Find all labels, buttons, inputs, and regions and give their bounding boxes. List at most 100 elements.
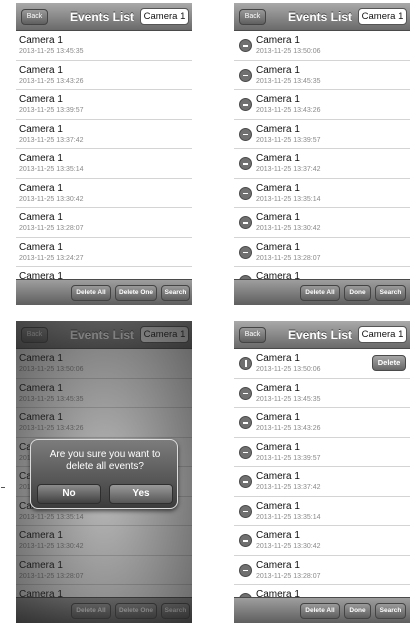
list-item[interactable]: Camera 1 2013-11-25 13:45:35 xyxy=(16,31,192,61)
event-time: 2013-11-25 13:30:42 xyxy=(256,225,321,232)
list-item[interactable]: Camera 12013-11-25 13:35:14 xyxy=(16,149,192,179)
event-time: 2013-11-25 13:35:14 xyxy=(19,166,84,173)
delete-one-button[interactable]: Delete One xyxy=(115,285,157,301)
event-name: Camera 1 xyxy=(256,412,300,423)
event-name: Camera 1 xyxy=(256,353,300,364)
delete-all-button[interactable]: Delete All xyxy=(71,285,111,301)
nav-bar: Back Events List Camera 1 xyxy=(234,321,410,349)
confirm-dialog: Are you sure you want to delete all even… xyxy=(30,439,178,509)
back-button[interactable]: Back xyxy=(239,327,266,343)
dialog-message: Are you sure you want to delete all even… xyxy=(49,449,161,472)
done-button[interactable]: Done xyxy=(344,285,371,301)
event-name: Camera 1 xyxy=(19,35,63,46)
event-name: Camera 1 xyxy=(19,271,63,279)
delete-row-button[interactable]: Delete xyxy=(372,355,406,371)
list-item[interactable]: Camera 12013-11-25 13:43:26 xyxy=(16,61,192,90)
events-list: Camera 1 2013-11-25 13:45:35 Camera 1 2013… xyxy=(16,31,192,279)
delete-all-button[interactable]: Delete All xyxy=(300,603,340,619)
minus-circle-icon[interactable] xyxy=(239,416,252,429)
list-item[interactable]: Camera 12013-11-25 13:28:07 xyxy=(16,208,192,238)
event-name: Camera 1 xyxy=(256,212,300,223)
minus-circle-icon[interactable] xyxy=(239,98,252,111)
screenshot-collage: Back Events List Camera 1 Camera 1 2013-1… xyxy=(0,0,419,624)
minus-circle-icon[interactable] xyxy=(239,186,252,200)
list-item[interactable]: Camera 12013-11-25 13:39:57 xyxy=(16,90,192,120)
bottom-toolbar: Delete All Delete One Search xyxy=(16,279,192,305)
minus-circle-icon[interactable] xyxy=(239,475,252,488)
event-name: Camera 1 xyxy=(256,35,300,46)
camera-select[interactable]: Camera 1 xyxy=(358,326,407,343)
yes-button[interactable]: Yes xyxy=(109,484,173,504)
minus-circle-icon[interactable] xyxy=(239,157,252,170)
event-time: 2013-11-25 13:28:07 xyxy=(19,225,84,232)
event-time: 2013-11-25 13:45:35 xyxy=(19,48,84,55)
list-item[interactable]: Camera 12013-11-25 13:39:57 xyxy=(234,438,410,467)
minus-circle-icon[interactable] xyxy=(239,245,252,259)
list-item[interactable]: Camera 12013-11-25 13:37:42 xyxy=(234,467,410,497)
events-list: Camera 12013-11-25 13:50:06 Camera 12013… xyxy=(234,31,410,279)
list-item[interactable]: Camera 12013-11-25 13:28:07 xyxy=(234,238,410,267)
search-button[interactable]: Search xyxy=(375,285,406,301)
list-item[interactable]: Camera 12013-11-25 13:37:42 xyxy=(16,120,192,149)
minus-circle-icon[interactable] xyxy=(239,534,252,547)
list-item[interactable]: Camera 12013-11-25 13:28:07 xyxy=(234,556,410,585)
back-button[interactable]: Back xyxy=(239,9,266,25)
screen-delete-row: Back Events List Camera 1 Camera 1 2013-1… xyxy=(234,321,410,623)
list-item[interactable]: Camera 12013-11-25 13:30:42 xyxy=(234,526,410,556)
list-item[interactable]: Camera 1 2013-11-25 13:24:27 xyxy=(16,238,192,267)
screen-edit-mode: Back Events List Camera 1 Camera 1 2013-1… xyxy=(234,3,410,305)
minus-circle-icon[interactable] xyxy=(239,563,252,577)
list-item[interactable]: Camera 12013-11-25 13:37:42 xyxy=(234,149,410,179)
event-name: Camera 1 xyxy=(256,589,300,597)
events-list: Camera 1 2013-11-25 13:50:06 Delete Camera… xyxy=(234,349,410,597)
list-item[interactable]: Camera 12013-11-25 13:39:57 xyxy=(234,120,410,149)
list-item[interactable]: Camera 12013-11-25 13:35:14 xyxy=(234,179,410,208)
camera-select[interactable]: Camera 1 xyxy=(140,8,189,25)
event-time: 2013-11-25 13:50:06 xyxy=(256,366,321,373)
event-name: Camera 1 xyxy=(256,182,300,194)
no-button[interactable]: No xyxy=(37,484,101,504)
event-time: 2013-11-25 13:28:07 xyxy=(256,254,321,262)
minus-circle-icon[interactable] xyxy=(239,386,252,400)
delete-all-button[interactable]: Delete All xyxy=(300,285,340,301)
back-button[interactable]: Back xyxy=(21,9,48,25)
minus-circle-icon[interactable] xyxy=(239,445,252,459)
event-name: Camera 1 xyxy=(256,500,300,512)
stray-mark xyxy=(1,487,5,488)
minus-circle-icon[interactable] xyxy=(239,504,252,518)
event-name: Camera 1 xyxy=(256,441,300,453)
page-title: Events List xyxy=(69,10,135,24)
list-item[interactable]: Camera 1 xyxy=(16,267,192,279)
minus-circle-icon[interactable] xyxy=(239,127,252,141)
camera-select[interactable]: Camera 1 xyxy=(358,8,407,25)
page-title: Events List xyxy=(287,10,353,24)
list-item[interactable]: Camera 1 2013-11-25 13:50:06 Delete xyxy=(234,349,410,379)
list-item[interactable]: Camera 12013-11-25 13:30:42 xyxy=(16,179,192,208)
search-button[interactable]: Search xyxy=(161,285,190,301)
list-item[interactable]: Camera 12013-11-25 13:35:14 xyxy=(234,497,410,526)
bottom-toolbar: Delete All Done Search xyxy=(234,597,410,623)
list-item[interactable]: Camera 12013-11-25 13:43:26 xyxy=(234,408,410,438)
event-time: 2013-11-25 13:35:14 xyxy=(256,195,321,203)
minus-circle-icon[interactable] xyxy=(239,39,252,52)
search-button[interactable]: Search xyxy=(375,603,406,619)
list-item[interactable]: Camera 1 xyxy=(234,267,410,279)
event-time: 2013-11-25 13:39:57 xyxy=(256,454,321,462)
event-name: Camera 1 xyxy=(256,94,300,105)
list-item[interactable]: Camera 12013-11-25 13:45:35 xyxy=(234,61,410,90)
event-name: Camera 1 xyxy=(19,182,63,194)
event-time: 2013-11-25 13:24:27 xyxy=(19,254,84,262)
screen-events-list: Back Events List Camera 1 Camera 1 2013-1… xyxy=(16,3,192,305)
list-item[interactable]: Camera 12013-11-25 13:43:26 xyxy=(234,90,410,120)
list-item[interactable]: Camera 12013-11-25 13:45:35 xyxy=(234,379,410,408)
event-time: 2013-11-25 13:28:07 xyxy=(256,572,321,580)
list-item[interactable]: Camera 1 xyxy=(234,585,410,597)
delete-confirm-icon[interactable] xyxy=(239,357,252,370)
bottom-toolbar: Delete All Done Search xyxy=(234,279,410,305)
done-button[interactable]: Done xyxy=(344,603,371,619)
event-time: 2013-11-25 13:39:57 xyxy=(256,136,321,144)
list-item[interactable]: Camera 1 2013-11-25 13:50:06 xyxy=(234,31,410,61)
minus-circle-icon[interactable] xyxy=(239,216,252,229)
list-item[interactable]: Camera 1 2013-11-25 13:30:42 xyxy=(234,208,410,238)
minus-circle-icon[interactable] xyxy=(239,68,252,82)
